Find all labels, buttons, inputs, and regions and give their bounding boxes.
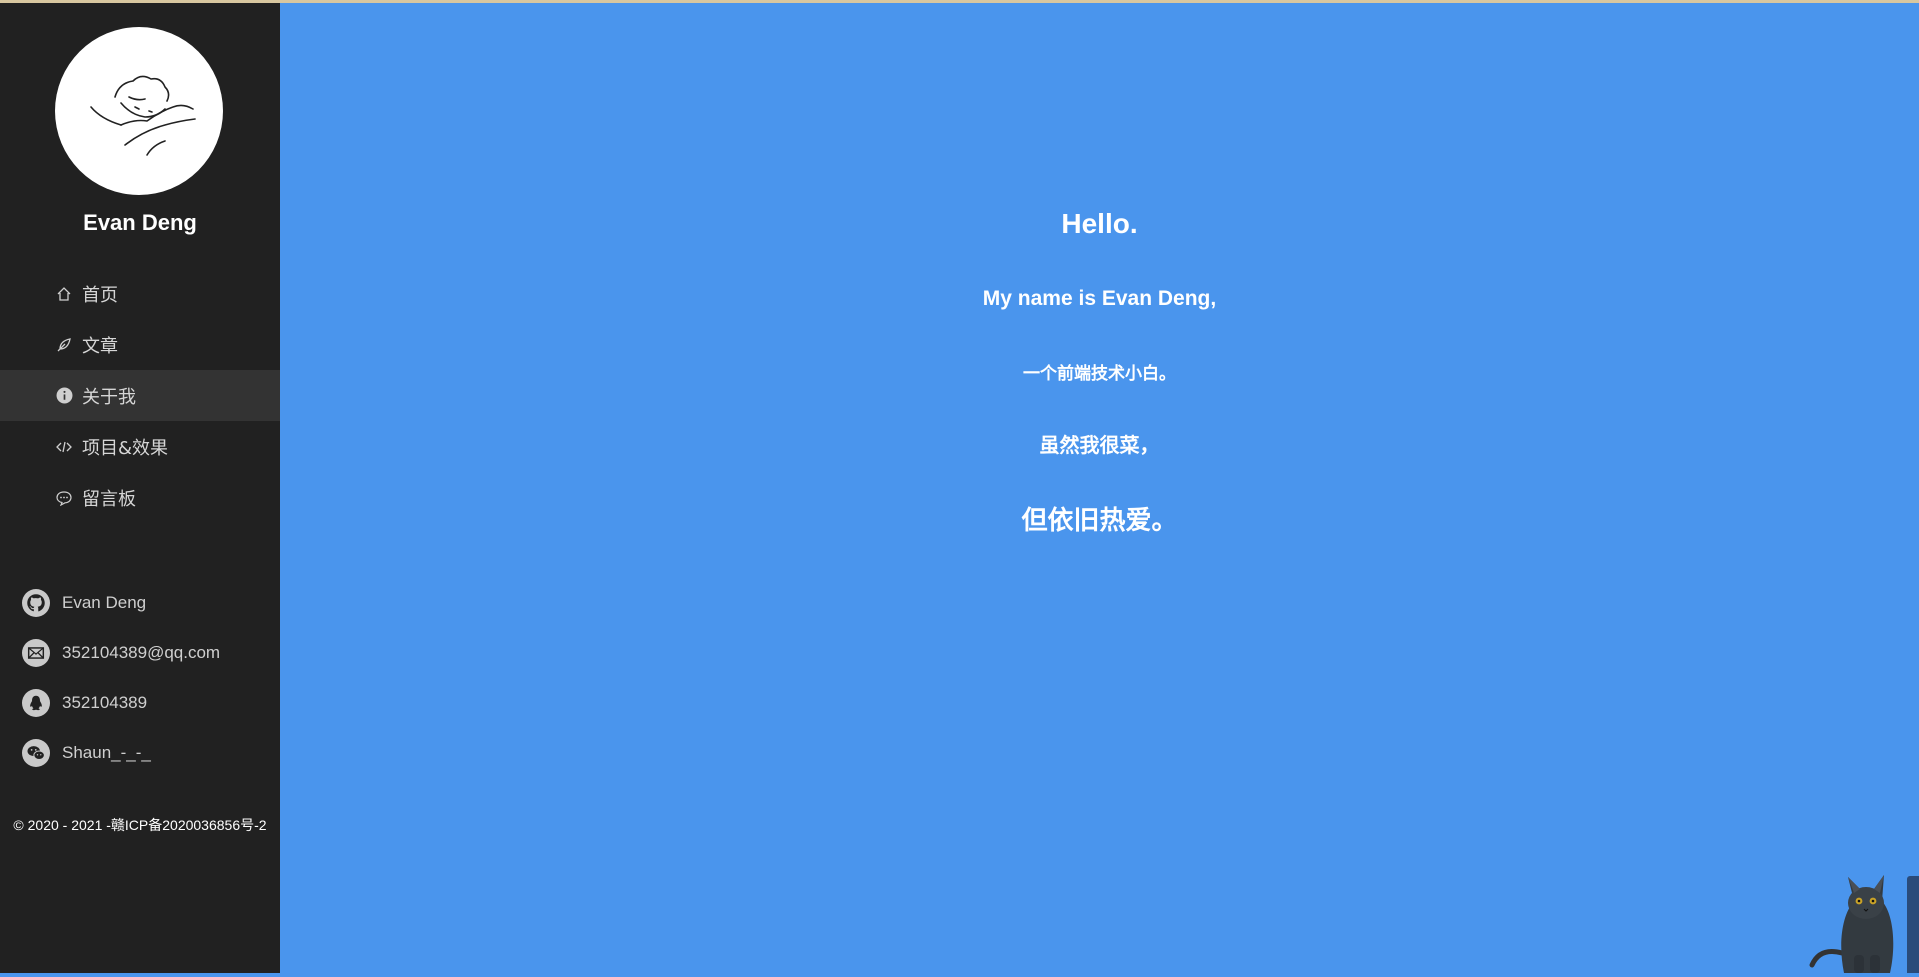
feather-icon bbox=[55, 336, 73, 354]
mail-icon bbox=[22, 639, 50, 667]
nav-item-articles[interactable]: 文章 bbox=[0, 319, 280, 370]
nav-item-label: 文章 bbox=[82, 335, 118, 357]
contact-qq[interactable]: 352104389 bbox=[0, 678, 280, 728]
github-icon bbox=[22, 589, 50, 617]
contact-label: 352104389@qq.com bbox=[62, 643, 221, 662]
nav-item-label: 关于我 bbox=[82, 386, 136, 408]
contact-label: Shaun_-_-_ bbox=[62, 743, 151, 762]
intro-line: 一个前端技术小白。 bbox=[1023, 364, 1176, 384]
contact-label: 352104389 bbox=[62, 693, 148, 712]
intro-line: My name is Evan Deng, bbox=[982, 287, 1217, 310]
avatar-sketch-icon bbox=[90, 75, 196, 156]
avatar[interactable] bbox=[55, 27, 223, 195]
nav-item-guestbook[interactable]: 留言板 bbox=[0, 472, 280, 523]
contact-github[interactable]: Evan Deng bbox=[0, 578, 280, 628]
nav-item-label: 首页 bbox=[82, 284, 118, 306]
nav-item-label: 项目&效果 bbox=[82, 437, 169, 459]
side-widget[interactable] bbox=[1907, 876, 1919, 973]
intro-line: 但依旧热爱。 bbox=[1021, 506, 1178, 536]
contact-list: Evan Deng 352104389@qq.com 352104389 Sha… bbox=[0, 578, 280, 778]
copyright-text[interactable]: © 2020 - 2021 -赣ICP备2020036856号-2 bbox=[0, 815, 280, 835]
contact-label: Evan Deng bbox=[62, 593, 147, 612]
wechat-icon bbox=[22, 739, 50, 767]
chat-icon bbox=[55, 489, 73, 507]
cat-mascot-icon[interactable] bbox=[1808, 843, 1908, 973]
code-icon bbox=[55, 438, 73, 456]
nav-item-about[interactable]: 关于我 bbox=[0, 370, 280, 421]
home-icon bbox=[55, 285, 73, 303]
main-nav: 首页 文章 关于我 项目&效果 留言板 bbox=[0, 268, 280, 523]
nav-item-home[interactable]: 首页 bbox=[0, 268, 280, 319]
qq-icon bbox=[22, 689, 50, 717]
about-content: Hello. My name is Evan Deng, 一个前端技术小白。 虽… bbox=[280, 3, 1919, 973]
nav-item-projects[interactable]: 项目&效果 bbox=[0, 421, 280, 472]
info-icon bbox=[55, 387, 73, 405]
contact-email[interactable]: 352104389@qq.com bbox=[0, 628, 280, 678]
greeting-heading: Hello. bbox=[1061, 208, 1138, 239]
intro-line: 虽然我很菜， bbox=[1039, 433, 1160, 457]
sidebar: Evan Deng 首页 文章 关于我 项目&效果 留言板 Evan Deng … bbox=[0, 3, 280, 973]
profile-name: Evan Deng bbox=[83, 210, 197, 235]
contact-wechat[interactable]: Shaun_-_-_ bbox=[0, 728, 280, 778]
nav-item-label: 留言板 bbox=[82, 488, 136, 510]
